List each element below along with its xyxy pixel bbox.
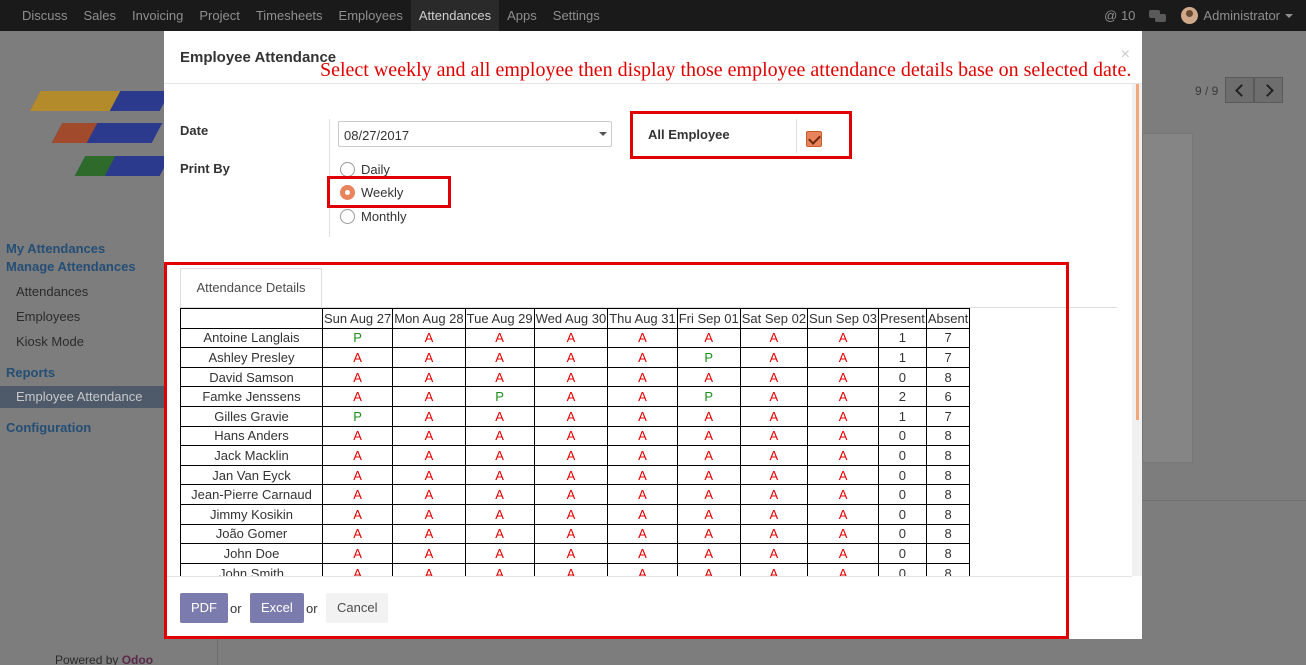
chevron-right-icon[interactable]	[1254, 77, 1283, 103]
highlight-all-employee	[630, 111, 852, 159]
top-navbar: Discuss Sales Invoicing Project Timeshee…	[0, 0, 1306, 31]
pager-buttons	[1225, 77, 1283, 103]
date-label: Date	[180, 123, 209, 138]
radio-label: Monthly	[361, 209, 407, 224]
sidebar-item-kiosk-mode[interactable]: Kiosk Mode	[16, 334, 84, 349]
chevron-down-icon[interactable]	[599, 132, 607, 136]
divider	[164, 83, 1142, 84]
navbar-systray: @ 10 Administrator	[1104, 0, 1306, 31]
radio-daily[interactable]: Daily	[340, 162, 390, 177]
pager-counter: 9 / 9	[1195, 84, 1219, 98]
nav-sales[interactable]: Sales	[76, 0, 125, 31]
nav-attendances[interactable]: Attendances	[410, 0, 500, 31]
radio-button[interactable]	[340, 209, 355, 224]
radio-button[interactable]	[340, 162, 355, 177]
sidebar-group-my-attendances[interactable]: My Attendances	[6, 241, 105, 256]
chevron-down-icon	[1285, 13, 1293, 18]
nav-settings[interactable]: Settings	[545, 0, 608, 31]
highlight-attendance-details	[164, 262, 1069, 639]
radio-label: Daily	[361, 162, 390, 177]
date-field[interactable]: 08/27/2017	[338, 121, 612, 147]
sidebar-group-manage-attendances: Manage Attendances	[6, 259, 136, 274]
chat-icon[interactable]	[1149, 9, 1167, 22]
annotation-note: Select weekly and all employee then disp…	[320, 59, 1132, 81]
sidebar-group-configuration[interactable]: Configuration	[6, 420, 91, 435]
sidebar-group-reports: Reports	[6, 365, 56, 380]
dialog-title: Employee Attendance	[180, 49, 337, 66]
avatar[interactable]	[1181, 7, 1199, 24]
chevron-left-icon[interactable]	[1225, 77, 1254, 103]
company-logo	[29, 91, 171, 181]
nav-apps[interactable]: Apps	[499, 0, 545, 31]
scrollbar-thumb[interactable]	[1136, 84, 1139, 420]
nav-project[interactable]: Project	[191, 0, 247, 31]
nav-employees[interactable]: Employees	[331, 0, 411, 31]
sidebar-item-attendances[interactable]: Attendances	[16, 284, 88, 299]
user-menu[interactable]: Administrator	[1203, 8, 1280, 23]
nav-invoicing[interactable]: Invoicing	[124, 0, 191, 31]
app-menu: Discuss Sales Invoicing Project Timeshee…	[14, 0, 608, 31]
highlight-weekly	[327, 176, 451, 208]
odoo-link[interactable]: Odoo	[122, 653, 153, 665]
powered-by: Powered by Odoo	[55, 653, 154, 665]
radio-monthly[interactable]: Monthly	[340, 209, 407, 224]
sidebar-item-employees[interactable]: Employees	[16, 309, 80, 324]
print-by-label: Print By	[180, 161, 230, 176]
nav-discuss[interactable]: Discuss	[14, 0, 76, 31]
messages-counter[interactable]: @ 10	[1104, 8, 1135, 23]
nav-timesheets[interactable]: Timesheets	[248, 0, 331, 31]
form-sheet-background	[1142, 133, 1193, 463]
